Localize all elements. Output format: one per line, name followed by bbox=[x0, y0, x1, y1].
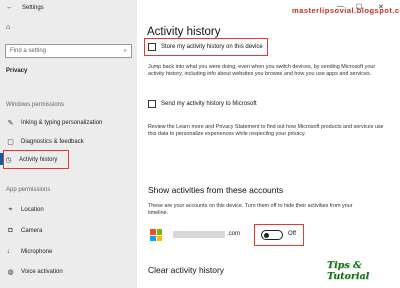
feedback-icon: ▢ bbox=[7, 139, 14, 146]
highlight-box bbox=[3, 150, 69, 169]
activity-description: Jump back into what you were doing, even… bbox=[148, 64, 376, 78]
highlight-box bbox=[144, 38, 268, 56]
sidebar-item-label: Diagnostics & feedback bbox=[21, 139, 84, 145]
section-title: Privacy bbox=[6, 68, 28, 74]
sidebar-item-diagnostics[interactable]: ▢ Diagnostics & feedback bbox=[6, 138, 84, 146]
sidebar-item-label: Voice activation bbox=[21, 269, 63, 275]
main-content: masterlipsovial.blogspot.com — ☐ ✕ Activ… bbox=[137, 0, 400, 288]
sidebar-item-label: Camera bbox=[21, 227, 43, 234]
home-link[interactable]: ⌂ bbox=[6, 24, 15, 31]
highlight-box bbox=[254, 224, 304, 246]
tips-tutorial-overlay: Tips & Tutorial bbox=[327, 260, 370, 282]
send-history-checkbox[interactable] bbox=[148, 100, 156, 108]
sidebar-item-camera[interactable]: ◘ Camera bbox=[6, 227, 42, 234]
sidebar-item-label: Microphone bbox=[21, 248, 53, 255]
window-title-bar: ← Settings bbox=[6, 4, 44, 11]
accounts-description: These are your accounts on this device. … bbox=[148, 203, 353, 217]
maximize-icon[interactable]: ☐ bbox=[356, 3, 362, 11]
send-history-checkbox-row[interactable]: Send my activity history to Microsoft bbox=[148, 100, 257, 108]
sidebar-item-label: Inking & typing personalization bbox=[21, 120, 103, 126]
settings-sidebar: ← Settings ⌂ Find a setting ⌕ Privacy Wi… bbox=[0, 0, 137, 288]
sidebar-item-label: Location bbox=[21, 207, 44, 213]
clear-history-heading: Clear activity history bbox=[148, 265, 225, 275]
voice-icon: ◍ bbox=[7, 269, 14, 276]
location-icon: ⌖ bbox=[8, 206, 13, 213]
sidebar-item-voice-activation[interactable]: ◍ Voice activation bbox=[6, 268, 63, 276]
windows-permissions-label: Windows permissions bbox=[6, 102, 65, 108]
microphone-icon: ♩ bbox=[7, 248, 14, 255]
search-placeholder: Find a setting bbox=[10, 48, 47, 54]
send-history-label: Send my activity history to Microsoft bbox=[161, 101, 257, 107]
privacy-text: Review the Learn more and Privacy Statem… bbox=[148, 124, 384, 138]
minimize-icon[interactable]: — bbox=[337, 3, 344, 10]
search-input[interactable]: Find a setting ⌕ bbox=[5, 44, 132, 58]
page-title: Activity history bbox=[147, 26, 221, 38]
microsoft-logo-icon bbox=[150, 229, 162, 241]
camera-icon: ◘ bbox=[8, 227, 13, 234]
app-permissions-label: App permissions bbox=[6, 187, 51, 193]
close-icon[interactable]: ✕ bbox=[378, 3, 384, 11]
window-title: Settings bbox=[22, 4, 44, 11]
account-email-redacted bbox=[173, 231, 225, 238]
back-arrow-icon[interactable]: ← bbox=[6, 4, 13, 11]
pen-icon: ✎ bbox=[7, 120, 14, 127]
account-domain: .com bbox=[227, 231, 241, 237]
search-icon: ⌕ bbox=[123, 47, 127, 54]
accounts-heading: Show activities from these accounts bbox=[148, 185, 284, 195]
sidebar-item-inking[interactable]: ✎ Inking & typing personalization bbox=[6, 119, 103, 127]
sidebar-item-location[interactable]: ⌖ Location bbox=[6, 206, 44, 214]
sidebar-item-microphone[interactable]: ♩ Microphone bbox=[6, 248, 52, 255]
home-icon: ⌂ bbox=[6, 24, 11, 31]
